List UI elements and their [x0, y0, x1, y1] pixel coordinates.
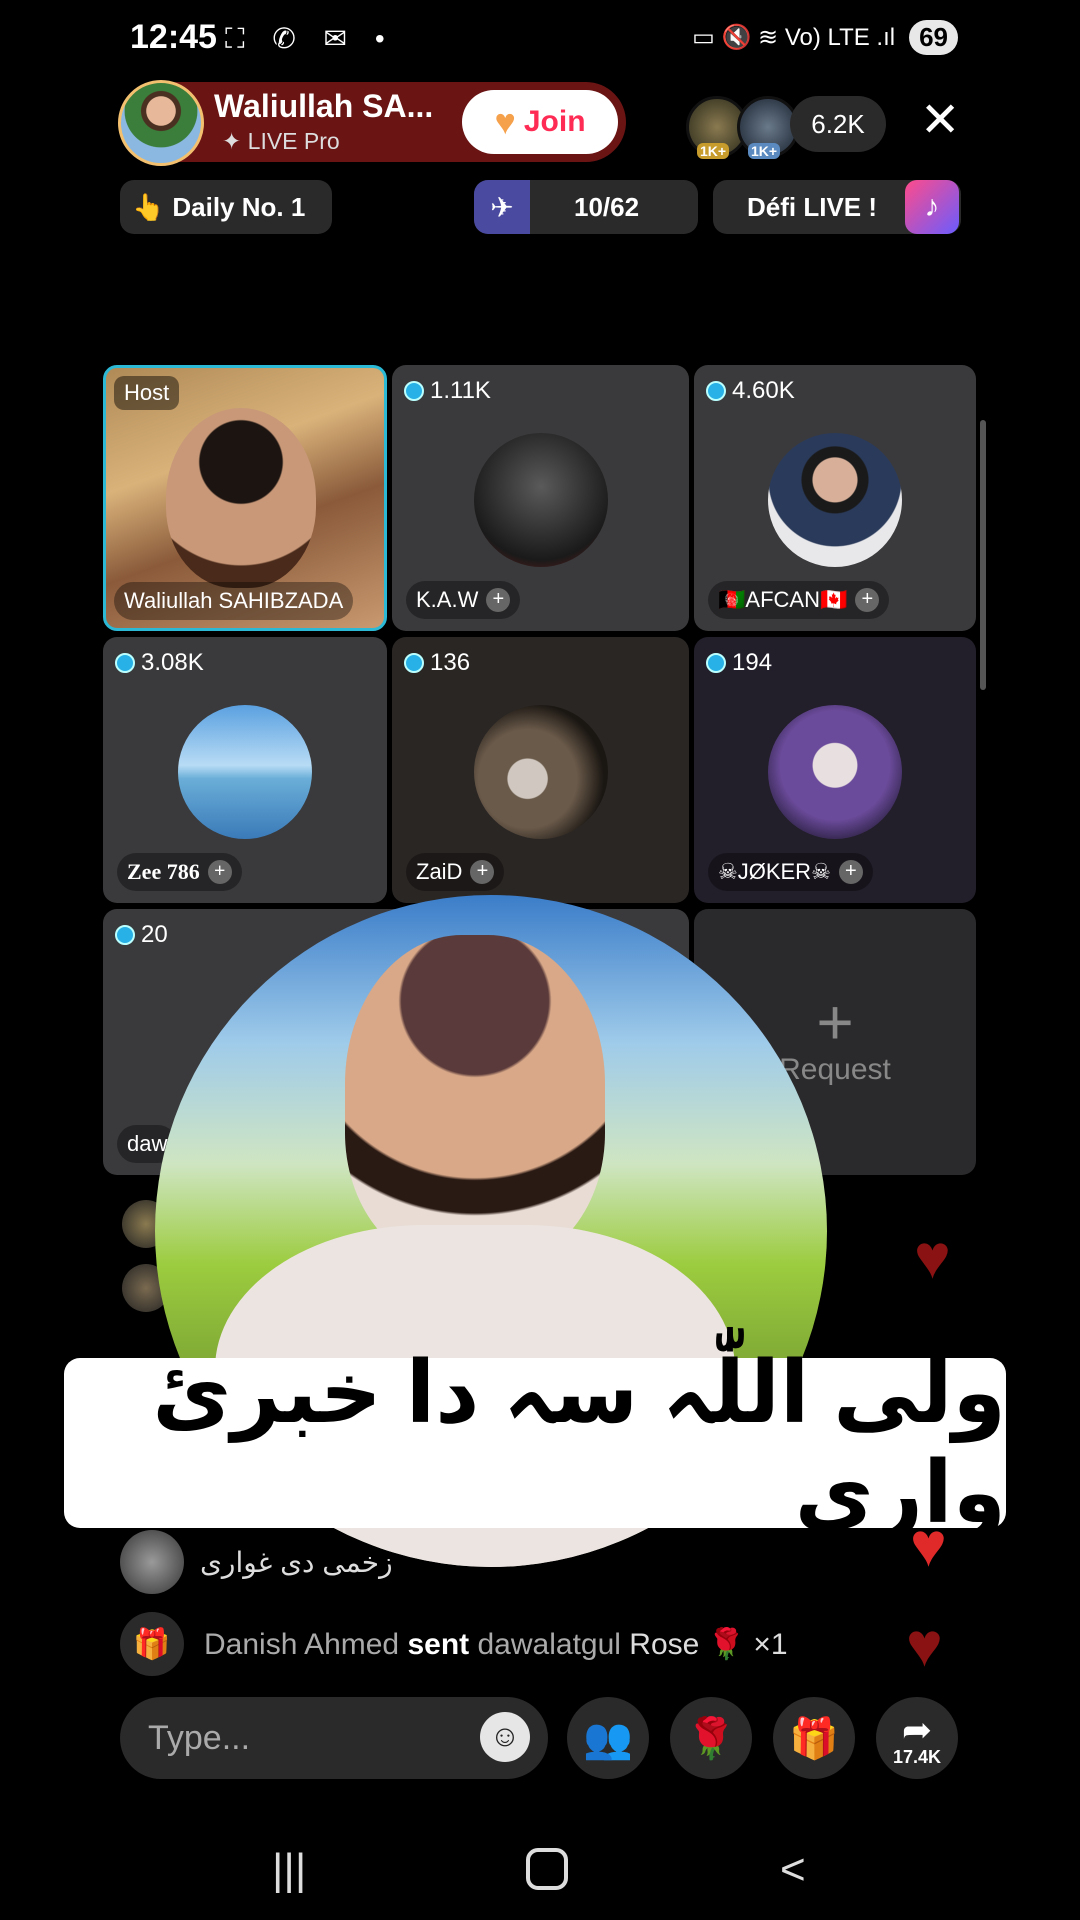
follow-plus-icon[interactable]: + [486, 588, 511, 612]
gift-button[interactable]: 🎁 [773, 1697, 855, 1779]
guest-score: 3.08K [115, 649, 204, 677]
viewer-count[interactable]: 6.2K [790, 96, 886, 152]
home-icon[interactable] [526, 1848, 568, 1890]
gem-icon [115, 653, 135, 673]
daily-rank-label: Daily No. 1 [172, 191, 306, 222]
gift-message: 🎁 Danish Ahmed sent dawalatgul Rose 🌹 ×1 [120, 1612, 788, 1676]
live-pro-label: ✦ LIVE Pro [222, 128, 340, 154]
emoji-icon[interactable]: ☺ [480, 1712, 530, 1762]
challenge-label: Défi LIVE ! [747, 191, 878, 222]
guest-name: K.A.W + [406, 581, 521, 619]
comment-placeholder: Type... [148, 1718, 251, 1757]
gift-verb: sent [407, 1627, 470, 1661]
people-icon: 👥 [583, 1716, 633, 1761]
guest-tile-5[interactable]: 194 ☠JØKER☠ + [694, 637, 976, 903]
guest-name: 🇦🇫AFCAN🇨🇦 + [708, 581, 890, 619]
guest-name: Zee 786 + [117, 853, 242, 891]
system-icons: ▭ 🔇 ≋ Vo) LTE .ıl [692, 24, 896, 51]
follow-plus-icon[interactable]: + [838, 860, 863, 884]
pointing-hand-icon: 👆 [132, 191, 165, 222]
battery-level: 69 [909, 20, 958, 55]
status-right: ▭ 🔇 ≋ Vo) LTE .ıl 69 [692, 20, 958, 55]
notification-icons: ⛶ ✆ ✉ • [225, 23, 395, 54]
join-label: Join [523, 105, 586, 138]
guest-score: 4.60K [706, 377, 795, 405]
commenter-avatar[interactable] [120, 1530, 184, 1594]
join-button[interactable]: ♥ Join [462, 90, 618, 154]
status-time: 12:45 [130, 18, 217, 56]
gift-icon: 🎁 [789, 1716, 839, 1761]
guest-avatar [473, 433, 608, 567]
gem-icon [115, 925, 135, 945]
host-tile-name: Waliullah SAHIBZADA [114, 582, 354, 620]
live-challenge-chip[interactable]: Défi LIVE ! ♪ [713, 180, 961, 234]
guest-score: 20 [115, 921, 168, 949]
gift-sender[interactable]: Danish Ahmed [204, 1628, 399, 1661]
host-tag: Host [114, 376, 180, 410]
heart-icon: ♥ [906, 1611, 943, 1680]
share-arrow-icon: ➦ [901, 1708, 933, 1750]
rose-gift-button[interactable]: 🌹 [670, 1697, 752, 1779]
recent-apps-icon[interactable]: ||| [272, 1845, 306, 1895]
host-avatar[interactable] [118, 80, 204, 166]
gift-box-icon: 🎁 [120, 1612, 184, 1676]
overlay-face [345, 935, 605, 1265]
rose-icon: 🌹 [686, 1716, 736, 1761]
progress-chip[interactable]: ✈ 10/62 [474, 180, 698, 234]
close-icon[interactable]: ✕ [920, 95, 960, 147]
gem-icon [706, 381, 726, 401]
gem-icon [706, 653, 726, 673]
tiktok-icon: ♪ [905, 180, 959, 234]
guest-tile-3[interactable]: 3.08K Zee 786 + [103, 637, 387, 903]
guest-name: ZaiD + [406, 853, 505, 891]
guest-score: 194 [706, 649, 772, 677]
host-tile[interactable]: Host Waliullah SAHIBZADA [103, 365, 387, 631]
guest-avatar [768, 433, 902, 567]
jet-icon: ✈ [474, 180, 530, 234]
heart-plus-icon: ♥ [494, 101, 516, 142]
heart-icon: ♥ [914, 1223, 951, 1292]
gem-icon [404, 653, 424, 673]
follow-plus-icon[interactable]: + [855, 588, 880, 612]
overlay-banner: ولی اللّٰہ سہ دا خبرئ واری [64, 1345, 1006, 1541]
viewer-badge-1: 1K+ [697, 143, 730, 159]
share-button[interactable]: ➦ 17.4K [876, 1697, 958, 1779]
guest-name: ☠JØKER☠ + [708, 853, 873, 891]
host-name[interactable]: Waliullah SA... [214, 88, 433, 125]
guest-score: 1.11K [404, 377, 491, 405]
comment-input[interactable]: Type... ☺ [120, 1697, 548, 1779]
gift-item: Rose 🌹 ×1 [629, 1627, 788, 1661]
guest-score: 136 [404, 649, 470, 677]
multi-guest-button[interactable]: 👥 [567, 1697, 649, 1779]
guest-avatar [178, 705, 312, 839]
guest-avatar [768, 705, 902, 839]
progress-label: 10/62 [574, 191, 640, 222]
follow-plus-icon[interactable]: + [207, 860, 232, 884]
back-icon[interactable]: < [780, 1845, 806, 1895]
guest-avatar [473, 705, 608, 839]
host-face [166, 408, 316, 588]
gem-icon [404, 381, 424, 401]
guest-tile-4[interactable]: 136 ZaiD + [392, 637, 689, 903]
guest-tile-1[interactable]: 1.11K K.A.W + [392, 365, 689, 631]
viewer-badge-2: 1K+ [748, 143, 781, 159]
chat-comment-text: زخمی دی غواری [200, 1547, 393, 1578]
share-count: 17.4K [892, 1746, 942, 1767]
gift-receiver[interactable]: dawalatgul [478, 1628, 621, 1661]
follow-plus-icon[interactable]: + [470, 860, 495, 884]
scrollbar[interactable] [980, 420, 986, 690]
guest-tile-2[interactable]: 4.60K 🇦🇫AFCAN🇨🇦 + [694, 365, 976, 631]
daily-rank-chip[interactable]: 👆 Daily No. 1 [120, 180, 332, 234]
